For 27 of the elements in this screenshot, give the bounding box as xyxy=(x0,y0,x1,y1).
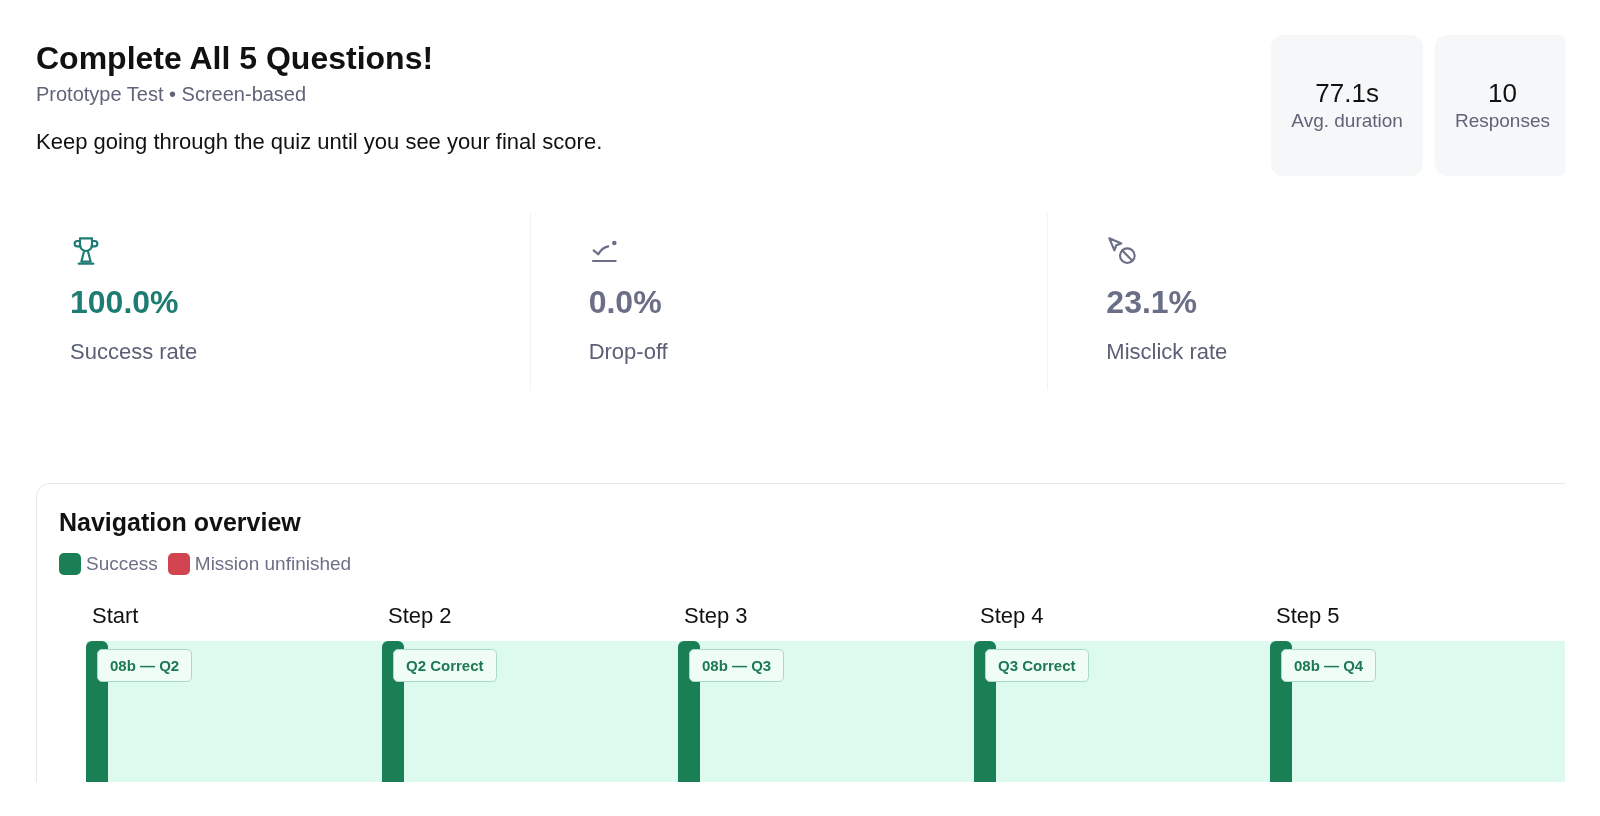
page-title: Complete All 5 Questions! xyxy=(36,39,434,77)
description-text: Keep going through the quiz until you see your final score. xyxy=(36,128,603,156)
stat-value: 77.1s xyxy=(1315,77,1379,108)
screen-tag: Q3 Correct xyxy=(985,649,1089,682)
metric-label: Drop-off xyxy=(588,338,668,366)
metric-label: Success rate xyxy=(70,338,198,366)
metric-value: 23.1% xyxy=(1106,283,1198,321)
cursor-blocked-icon xyxy=(1106,235,1139,267)
metric-label: Misclick rate xyxy=(1106,338,1228,366)
metric-value: 0.0% xyxy=(588,283,662,321)
stat-value: 10 xyxy=(1488,77,1517,108)
screen-tag: 08b — Q3 xyxy=(689,649,785,682)
metric-value: 100.0% xyxy=(70,283,179,321)
section-title: Navigation overview xyxy=(59,507,301,537)
legend-label: Success xyxy=(86,552,158,576)
legend-label: Mission unfinished xyxy=(194,552,352,576)
stat-label: Avg. duration xyxy=(1291,108,1403,133)
step-label: Step 4 xyxy=(980,602,1044,630)
step-label: Start xyxy=(92,602,139,630)
step-label: Step 2 xyxy=(388,602,452,630)
step-label: Step 5 xyxy=(1276,602,1340,630)
screen-tag: 08b — Q4 xyxy=(1281,649,1377,682)
stat-label: Responses xyxy=(1454,108,1550,133)
step-label: Step 3 xyxy=(684,602,748,630)
screen-tag: Q2 Correct xyxy=(393,649,497,682)
test-type-subtitle: Prototype Test • Screen-based xyxy=(36,82,307,106)
screen-tag: 08b — Q2 xyxy=(97,649,193,682)
